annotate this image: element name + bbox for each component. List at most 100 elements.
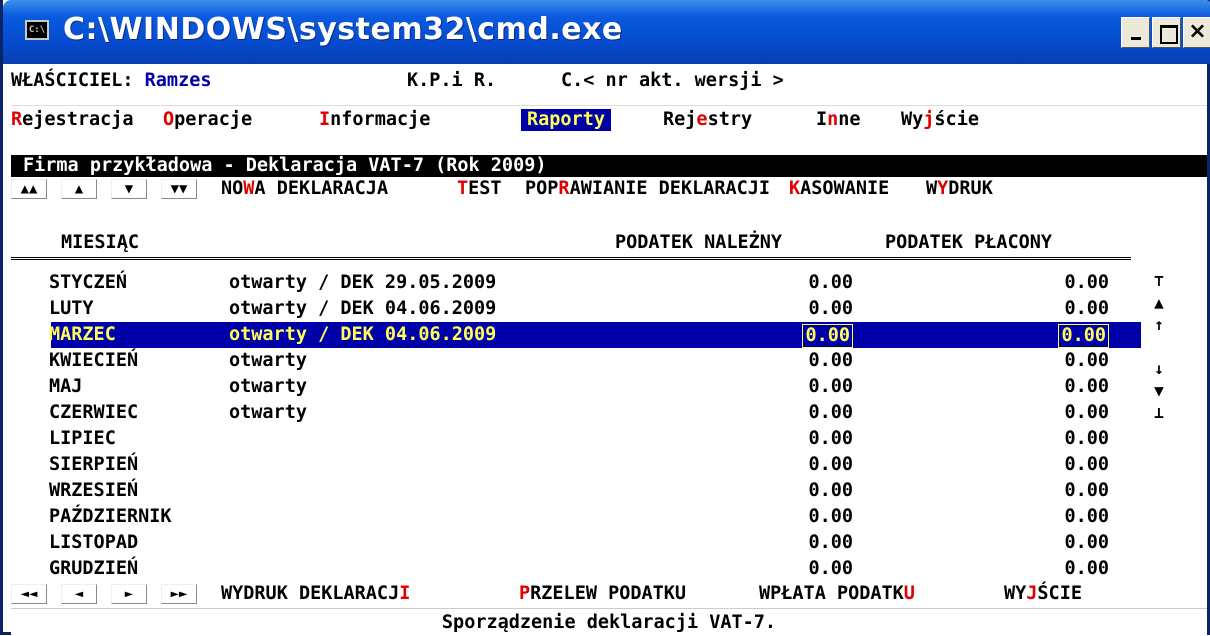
tax-paid-value: 0.00 <box>1064 454 1109 475</box>
month-name: MAJ <box>49 376 83 397</box>
tax-due-value: 0.00 <box>808 402 853 423</box>
months-table: STYCZEŃ otwarty / DEK 29.05.2009 0.00 0.00 L… <box>11 270 1141 582</box>
scroll-down-fast-icon[interactable]: ▼ <box>1152 380 1166 402</box>
menu-item-hotkey: I <box>319 109 331 130</box>
menu-item-hotkey: O <box>163 109 175 130</box>
column-tax-due: PODATEK NALEŻNY <box>615 232 783 253</box>
test-button[interactable]: TEST <box>457 178 502 200</box>
print-declaration-button[interactable]: WYDRUK DEKLARACJI <box>221 583 410 605</box>
scrollbar[interactable]: ⊤ ▲ ↑ ↓ ▼ ⊥ <box>1152 270 1166 490</box>
tax-paid-value: 0.00 <box>1064 532 1109 553</box>
month-row[interactable]: STYCZEŃ otwarty / DEK 29.05.2009 0.00 0.00 <box>11 270 1141 296</box>
correct-declaration-button-text: POP <box>525 178 559 199</box>
menu-item-Informacje[interactable]: Informacje <box>319 109 430 131</box>
month-row[interactable]: KWIECIEŃ otwarty 0.00 0.00 <box>11 348 1141 374</box>
minimize-button[interactable] <box>1121 17 1150 48</box>
menu-item-hotkey: e <box>696 109 708 130</box>
tax-paid-value: 0.00 <box>1064 376 1109 397</box>
exit-button[interactable]: WYJŚCIE <box>1004 583 1082 605</box>
correct-declaration-button[interactable]: POPRAWIANIE DEKLARACJI <box>525 178 770 200</box>
month-status: otwarty / DEK 04.06.2009 <box>229 324 497 345</box>
tax-paid-value: 0.00 <box>1064 272 1109 293</box>
next-page-button[interactable]: ▼ <box>111 179 147 199</box>
scroll-down-icon[interactable]: ↓ <box>1152 358 1166 380</box>
menu-item-Operacje[interactable]: Operacje <box>163 109 252 131</box>
console-area: WŁAŚCICIEL: Ramzes K.P.i R. C.< nr akt. … <box>11 64 1207 635</box>
menu-item-text: Wy <box>901 109 924 130</box>
new-declaration-button-text: A DEKLARACJA <box>254 178 389 199</box>
new-declaration-button[interactable]: NOWA DEKLARACJA <box>221 178 388 200</box>
month-status: otwarty / DEK 04.06.2009 <box>229 298 497 319</box>
month-row[interactable]: LISTOPAD 0.00 0.00 <box>11 530 1141 556</box>
correct-declaration-button-hotkey: R <box>558 178 570 199</box>
scroll-up-fast-icon[interactable]: ▲ <box>1152 292 1166 314</box>
delete-button[interactable]: KASOWANIE <box>789 178 889 200</box>
menu-item-Inne[interactable]: Inne <box>816 109 861 131</box>
exit-button-hotkey: J <box>1026 583 1038 604</box>
tax-payment-button[interactable]: WPŁATA PODATKU <box>759 583 915 605</box>
tax-transfer-button[interactable]: PRZELEW PODATKU <box>519 583 686 605</box>
month-row[interactable]: GRUDZIEŃ 0.00 0.00 <box>11 556 1141 582</box>
menu-item-text: ne <box>838 109 861 130</box>
menu-item-text: ście <box>934 109 979 130</box>
print-button-text: W <box>926 178 938 199</box>
month-name: LUTY <box>49 298 94 319</box>
top-action-row: ▲▲ ▲ ▼ ▼▼ NOWA DEKLARACJA TEST POPRAWIANIE DEK… <box>11 177 1207 201</box>
title-bar[interactable]: C:\ C:\WINDOWS\system32\cmd.exe × <box>3 0 1210 64</box>
tax-transfer-button-hotkey: P <box>519 583 531 604</box>
month-status: otwarty / DEK 29.05.2009 <box>229 272 497 293</box>
first-record-button[interactable]: ◄◄ <box>11 584 47 604</box>
menu-item-hotkey: j <box>923 109 935 130</box>
close-button[interactable]: × <box>1183 17 1210 48</box>
menu-item-Raporty[interactable]: Raporty <box>521 109 611 131</box>
month-name: MARZEC <box>49 324 116 345</box>
prev-page-button[interactable]: ▲ <box>61 179 97 199</box>
month-row[interactable]: MARZEC otwarty / DEK 04.06.2009 0.00 0.00 <box>49 322 1141 348</box>
tax-payment-button-hotkey: U <box>903 583 915 604</box>
menu-item-text: stry <box>707 109 753 130</box>
menu-item-hotkey: R <box>11 109 23 130</box>
column-month: MIESIĄC <box>61 232 139 253</box>
menu-item-Wyjście[interactable]: Wyjście <box>901 109 979 131</box>
tax-transfer-button-text: RZELEW PODATKU <box>530 583 687 604</box>
month-row[interactable]: WRZESIEŃ 0.00 0.00 <box>11 478 1141 504</box>
exit-button-text: ŚCIE <box>1037 583 1082 604</box>
menu-item-Rejestracja[interactable]: Rejestracja <box>11 109 134 131</box>
scroll-up-icon[interactable]: ↑ <box>1152 314 1166 336</box>
last-page-button[interactable]: ▼▼ <box>161 179 197 199</box>
last-record-button[interactable]: ►► <box>161 584 197 604</box>
month-row[interactable]: PAŹDZIERNIK 0.00 0.00 <box>11 504 1141 530</box>
next-record-button[interactable]: ► <box>111 584 147 604</box>
tax-paid-value: 0.00 <box>1064 428 1109 449</box>
month-row[interactable]: MAJ otwarty 0.00 0.00 <box>11 374 1141 400</box>
scroll-bottom-icon[interactable]: ⊥ <box>1152 402 1166 424</box>
header-divider <box>11 257 1131 260</box>
column-tax-paid: PODATEK PŁACONY <box>885 232 1053 253</box>
menu-item-Rejestry[interactable]: Rejestry <box>663 109 752 131</box>
maximize-button[interactable] <box>1152 17 1181 48</box>
month-name: WRZESIEŃ <box>49 480 139 501</box>
console-icon[interactable]: C:\ <box>25 20 49 40</box>
first-page-button[interactable]: ▲▲ <box>11 179 47 199</box>
tax-due-value: 0.00 <box>808 558 853 579</box>
month-row[interactable]: LIPIEC 0.00 0.00 <box>11 426 1141 452</box>
menu-item-text: ejestracja <box>22 109 134 130</box>
month-row[interactable]: LUTY otwarty / DEK 04.06.2009 0.00 0.00 <box>11 296 1141 322</box>
month-row[interactable]: SIERPIEŃ 0.00 0.00 <box>11 452 1141 478</box>
month-name: SIERPIEŃ <box>49 454 139 475</box>
tax-due-value: 0.00 <box>808 272 853 293</box>
print-declaration-button-text: WYDRUK DEKLARACJ <box>221 583 400 604</box>
cmd-window: C:\ C:\WINDOWS\system32\cmd.exe × WŁAŚCI… <box>0 0 1210 635</box>
tax-paid-value: 0.00 <box>1064 298 1109 319</box>
menu-bar: Rejestracja Operacje Informacje Raporty Reje… <box>11 105 1207 131</box>
tax-paid-value: 0.00 <box>1064 506 1109 527</box>
prev-record-button[interactable]: ◄ <box>61 584 97 604</box>
month-status: otwarty <box>229 376 307 397</box>
scroll-track[interactable] <box>1152 336 1166 358</box>
month-row[interactable]: CZERWIEC otwarty 0.00 0.00 <box>11 400 1141 426</box>
month-name: LISTOPAD <box>49 532 139 553</box>
scroll-top-icon[interactable]: ⊤ <box>1152 270 1166 292</box>
menu-item-text: I <box>816 109 828 130</box>
print-button[interactable]: WYDRUK <box>926 178 993 200</box>
month-name: PAŹDZIERNIK <box>49 506 172 527</box>
